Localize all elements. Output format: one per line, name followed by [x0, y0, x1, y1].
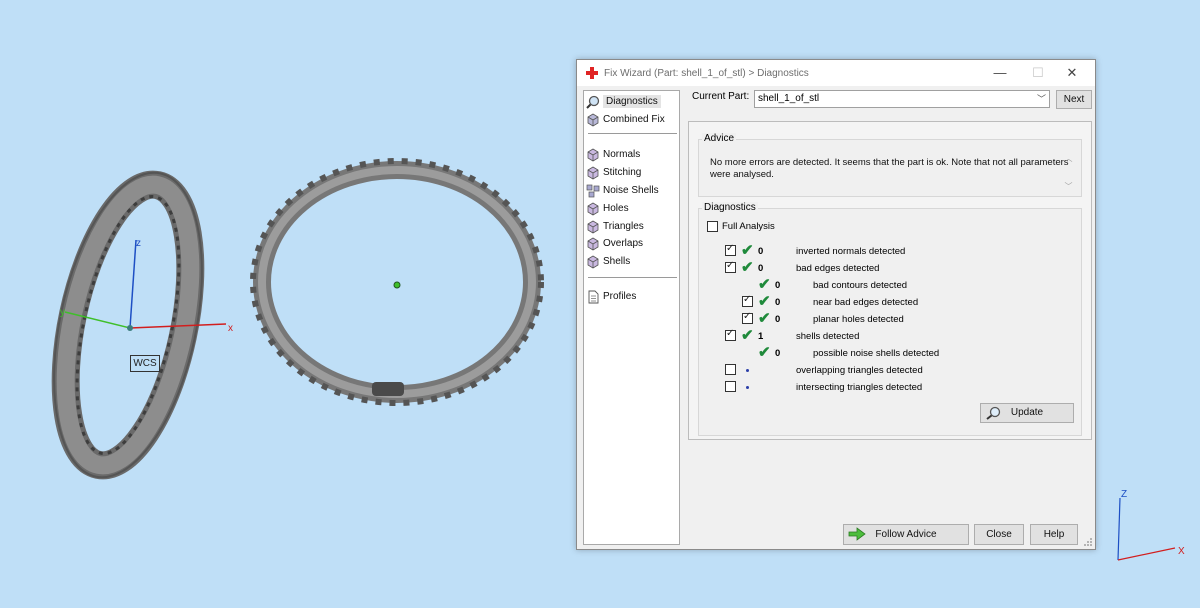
help-button[interactable]: Help — [1030, 524, 1078, 545]
diagnostics-title: Diagnostics — [702, 202, 758, 213]
stitching-cube-icon — [587, 166, 599, 179]
holes-cube-icon — [587, 202, 599, 215]
axis-label-y: y — [60, 307, 65, 318]
not-run-dot-icon — [746, 369, 749, 372]
diagnostics-panel: Advice No more errors are detected. It s… — [688, 121, 1092, 440]
green-check-icon: ✔ — [741, 259, 754, 276]
sidebar-item-noise-shells[interactable]: Noise Shells — [586, 182, 659, 199]
scroll-up-icon[interactable]: ︿ — [1062, 153, 1075, 165]
normals-cube-icon — [587, 148, 599, 161]
planar-holes-checkbox[interactable] — [742, 311, 753, 324]
scroll-down-icon[interactable]: ﹀ — [1062, 181, 1075, 193]
shells-cube-icon — [587, 255, 599, 268]
sidebar-item-stitching[interactable]: Stitching — [586, 164, 641, 181]
corner-axes — [1117, 497, 1176, 561]
sidebar-item-holes[interactable]: Holes — [586, 200, 629, 217]
advice-text: No more errors are detected. It seems th… — [710, 157, 1069, 180]
overlaps-cube-icon — [587, 237, 599, 250]
follow-advice-button[interactable]: Follow Advice — [843, 524, 969, 545]
red-cross-icon — [586, 67, 598, 79]
green-check-icon: ✔ — [741, 242, 754, 259]
maximize-button[interactable]: ☐ — [1019, 60, 1057, 86]
magnifier-icon — [986, 406, 1001, 420]
current-part-value: shell_1_of_stl — [758, 93, 820, 104]
magnifier-icon — [586, 95, 600, 109]
profiles-document-icon — [588, 290, 599, 303]
advice-scrollbar[interactable]: ︿ ﹀ — [1062, 153, 1075, 193]
minimize-button[interactable]: — — [981, 60, 1019, 86]
intersecting-triangles-checkbox[interactable] — [725, 381, 736, 392]
chevron-down-icon: ﹀ — [1036, 94, 1046, 104]
resize-grip-icon[interactable] — [1083, 537, 1093, 547]
overlapping-triangles-label: overlapping triangles detected — [796, 365, 923, 376]
advice-group: Advice No more errors are detected. It s… — [698, 133, 1082, 197]
bad-edges-label: bad edges detected — [796, 263, 880, 274]
full-analysis-checkbox[interactable] — [707, 221, 718, 232]
green-check-icon: ✔ — [758, 344, 771, 361]
green-check-icon: ✔ — [758, 276, 771, 293]
sidebar-item-combined-fix[interactable]: Combined Fix — [586, 111, 665, 128]
noise-shells-icon — [586, 184, 600, 197]
green-check-icon: ✔ — [741, 327, 754, 344]
ring-front-view — [250, 158, 544, 406]
noise-shells-label: possible noise shells detected — [813, 348, 940, 359]
current-part-select[interactable]: shell_1_of_stl ﹀ — [754, 90, 1050, 108]
sidebar-item-profiles[interactable]: Profiles — [586, 288, 636, 305]
next-button[interactable]: Next — [1056, 90, 1092, 109]
not-run-dot-icon — [746, 386, 749, 389]
diagnostics-group: Diagnostics Full Analysis ✔ 0 inverted n… — [698, 202, 1082, 436]
follow-advice-label: Follow Advice — [875, 529, 937, 540]
intersecting-triangles-label: intersecting triangles detected — [796, 382, 923, 393]
axis-label-z: z — [136, 238, 141, 249]
inverted-normals-label: inverted normals detected — [796, 246, 906, 257]
shells-checkbox[interactable] — [725, 328, 736, 341]
inverted-normals-count: 0 — [758, 246, 764, 257]
update-label: Update — [1010, 407, 1044, 418]
window-title: Fix Wizard (Part: shell_1_of_stl) > Diag… — [604, 67, 809, 79]
planar-holes-count: 0 — [775, 314, 781, 325]
sidebar-divider — [588, 277, 677, 278]
planar-holes-label: planar holes detected — [813, 314, 904, 325]
update-button[interactable]: Update — [980, 403, 1074, 423]
axis-label-x: x — [228, 323, 233, 334]
sidebar-item-shells[interactable]: Shells — [586, 253, 630, 270]
near-bad-edges-checkbox[interactable] — [742, 294, 753, 307]
fix-wizard-window: Fix Wizard (Part: shell_1_of_stl) > Diag… — [576, 59, 1096, 550]
shells-count: 1 — [758, 331, 764, 342]
overlapping-triangles-checkbox[interactable] — [725, 364, 736, 375]
corner-axis-label-z: Z — [1121, 489, 1128, 500]
inverted-normals-checkbox[interactable] — [725, 243, 736, 256]
shells-label: shells detected — [796, 331, 860, 342]
noise-shells-count: 0 — [775, 348, 781, 359]
wcs-label: WCS — [130, 355, 160, 372]
sidebar-item-diagnostics[interactable]: Diagnostics — [586, 93, 661, 110]
sidebar-item-triangles[interactable]: Triangles — [586, 218, 644, 235]
bad-contours-count: 0 — [775, 280, 781, 291]
sidebar-item-normals[interactable]: Normals — [586, 146, 640, 163]
near-bad-edges-count: 0 — [775, 297, 781, 308]
green-check-icon: ✔ — [758, 310, 771, 327]
close-window-button[interactable]: ✕ — [1053, 60, 1091, 86]
current-part-label: Current Part: — [692, 91, 750, 102]
bad-edges-checkbox[interactable] — [725, 260, 736, 273]
close-button[interactable]: Close — [974, 524, 1024, 545]
near-bad-edges-label: near bad edges detected — [813, 297, 919, 308]
sidebar-divider — [588, 133, 677, 134]
sidebar-item-overlaps[interactable]: Overlaps — [586, 235, 643, 252]
green-arrow-icon — [848, 527, 866, 541]
advice-title: Advice — [702, 133, 737, 144]
bad-edges-count: 0 — [758, 263, 764, 274]
title-bar[interactable]: Fix Wizard (Part: shell_1_of_stl) > Diag… — [577, 60, 1095, 86]
bad-contours-label: bad contours detected — [813, 280, 908, 291]
wizard-sidebar: Diagnostics Combined Fix Normals Stitchi… — [583, 90, 680, 545]
full-analysis-label: Full Analysis — [722, 221, 775, 232]
combined-fix-icon — [587, 113, 599, 126]
green-check-icon: ✔ — [758, 293, 771, 310]
corner-axis-label-x: X — [1178, 546, 1185, 557]
triangles-cube-icon — [587, 220, 599, 233]
